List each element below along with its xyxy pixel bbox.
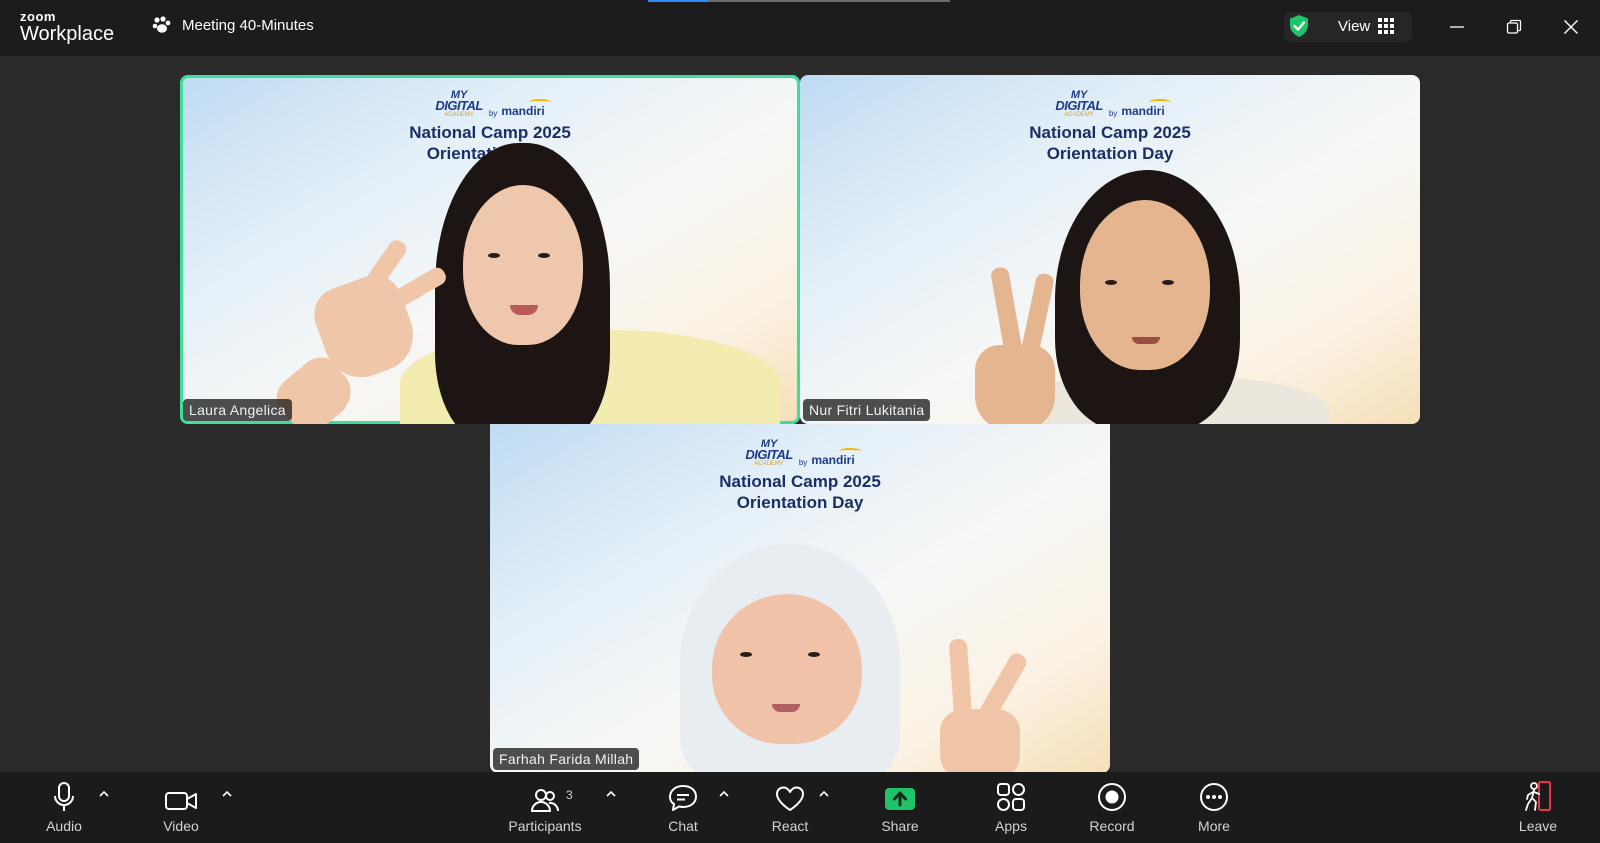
brand-mandiri: mandiri: [811, 448, 862, 467]
meeting-timer-bar: [648, 0, 950, 2]
brand-digital: DIGITAL: [435, 98, 483, 113]
participant-name-label: Farhah Farida Millah: [493, 748, 640, 770]
audio-button[interactable]: Audio: [38, 772, 90, 834]
video-button[interactable]: Video: [155, 772, 207, 834]
video-label: Video: [163, 818, 199, 834]
logo-line2: Workplace: [20, 23, 115, 45]
brand-mandiri: mandiri: [501, 99, 552, 118]
video-tile-nur[interactable]: MY DIGITAL ACADEMY by mandiri National C…: [800, 75, 1420, 424]
brand-by: by: [1108, 109, 1118, 118]
heart-icon: [776, 786, 804, 811]
minimize-icon: [1450, 26, 1464, 28]
meeting-controls: Audio Video Participants 3 Chat React Sh…: [0, 772, 1600, 843]
brand-by: by: [798, 458, 808, 467]
banner-line1: National Camp 2025: [1029, 123, 1191, 142]
share-label: Share: [881, 818, 919, 834]
leave-label: Leave: [1518, 818, 1558, 834]
audio-options-chevron-up-icon[interactable]: [98, 788, 110, 800]
logo-line1: zoom: [20, 9, 56, 24]
security-shield-icon[interactable]: [1288, 14, 1310, 38]
participants-count: 3: [566, 788, 573, 802]
brand-digital: DIGITAL: [745, 447, 793, 462]
participants-options-chevron-up-icon[interactable]: [605, 788, 617, 800]
participant-name-label: Nur Fitri Lukitania: [803, 399, 931, 421]
banner-line2: Orientation Day: [736, 493, 864, 512]
event-banner: MY DIGITAL ACADEMY by mandiri National C…: [490, 434, 1110, 513]
chat-options-chevron-up-icon[interactable]: [718, 788, 730, 800]
meeting-paw-icon: [152, 16, 171, 33]
record-button[interactable]: Record: [1082, 772, 1142, 834]
banner-line2: Orientation Day: [1046, 144, 1174, 163]
zoom-workplace-logo: zoom Workplace: [20, 10, 114, 44]
banner-line1: National Camp 2025: [719, 472, 881, 491]
close-button[interactable]: [1558, 14, 1584, 40]
leave-button[interactable]: Leave: [1512, 772, 1564, 834]
react-options-chevron-up-icon[interactable]: [818, 788, 830, 800]
microphone-icon: [54, 782, 74, 811]
close-icon: [1564, 20, 1578, 34]
react-button[interactable]: React: [764, 772, 816, 834]
minimize-button[interactable]: [1444, 14, 1470, 40]
meeting-title: Meeting 40-Minutes: [182, 16, 314, 34]
more-icon: [1200, 783, 1228, 811]
share-button[interactable]: Share: [874, 772, 926, 834]
record-icon: [1098, 783, 1126, 811]
leave-exit-icon: [1525, 781, 1551, 811]
video-tile-laura[interactable]: MY DIGITAL ACADEMY by mandiri National C…: [180, 75, 800, 424]
view-label[interactable]: View: [1338, 18, 1370, 35]
video-camera-icon: [165, 792, 197, 810]
banner-line1: National Camp 2025: [409, 123, 571, 142]
audio-label: Audio: [46, 818, 82, 834]
more-label: More: [1198, 818, 1230, 834]
apps-icon: [997, 783, 1025, 811]
share-screen-icon: [885, 788, 915, 810]
video-tile-farhah[interactable]: MY DIGITAL ACADEMY by mandiri National C…: [490, 424, 1110, 773]
chat-label: Chat: [668, 818, 698, 834]
participants-label: Participants: [508, 818, 582, 834]
apps-label: Apps: [995, 818, 1027, 834]
participants-icon: [531, 789, 559, 812]
participant-name-label: Laura Angelica: [183, 399, 292, 421]
brand-digital: DIGITAL: [1055, 98, 1103, 113]
apps-button[interactable]: Apps: [985, 772, 1037, 834]
my-digital-academy-logo: MY DIGITAL ACADEMY by mandiri: [745, 439, 862, 467]
brand-by: by: [488, 109, 498, 118]
title-bar: zoom Workplace Meeting 40-Minutes View: [0, 0, 1600, 56]
my-digital-academy-logo: MY DIGITAL ACADEMY by mandiri: [435, 90, 552, 118]
meeting-timer-fill: [648, 0, 709, 2]
restore-icon: [1506, 19, 1522, 34]
restore-button[interactable]: [1501, 14, 1527, 40]
video-gallery: MY DIGITAL ACADEMY by mandiri National C…: [0, 56, 1600, 773]
brand-mandiri: mandiri: [1121, 99, 1172, 118]
record-label: Record: [1089, 818, 1135, 834]
chat-icon: [669, 785, 697, 811]
participants-button[interactable]: Participants: [502, 772, 588, 834]
chat-button[interactable]: Chat: [658, 772, 708, 834]
meeting-info[interactable]: Meeting 40-Minutes: [152, 16, 314, 34]
more-button[interactable]: More: [1188, 772, 1240, 834]
video-options-chevron-up-icon[interactable]: [221, 788, 233, 800]
grid-view-icon: [1378, 18, 1394, 34]
my-digital-academy-logo: MY DIGITAL ACADEMY by mandiri: [1055, 90, 1172, 118]
event-banner: MY DIGITAL ACADEMY by mandiri National C…: [800, 85, 1420, 164]
react-label: React: [771, 818, 809, 834]
